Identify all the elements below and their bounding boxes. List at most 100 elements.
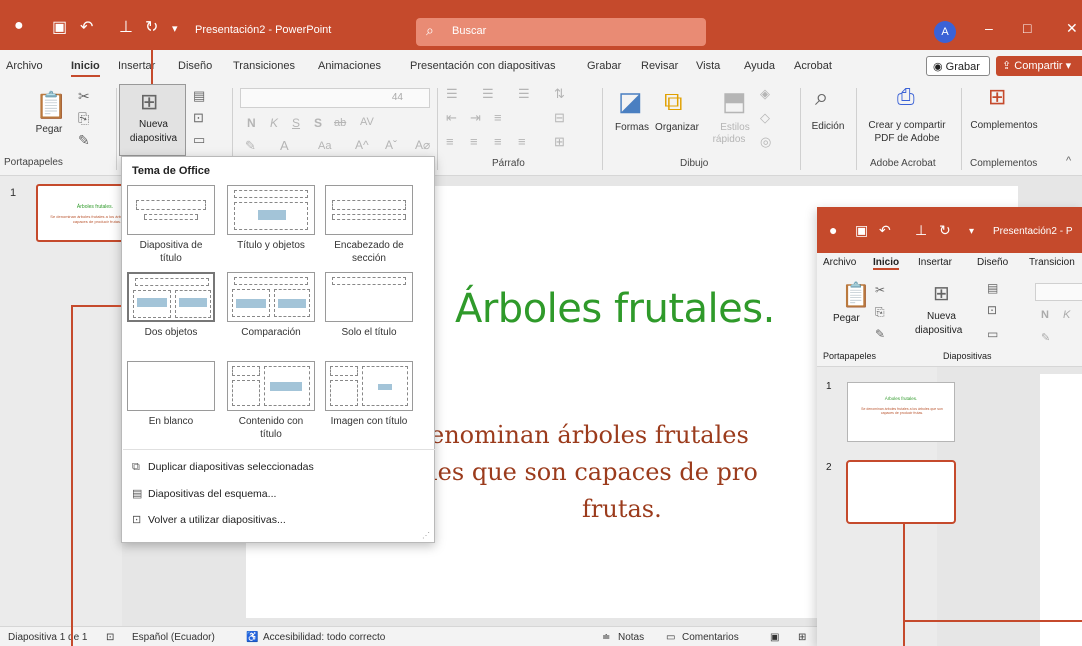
tab-ayuda[interactable]: Ayuda xyxy=(744,60,775,72)
notes-button[interactable]: Notas xyxy=(618,632,644,643)
align-center-icon[interactable]: ≡ xyxy=(470,134,478,149)
tab-presentacion[interactable]: Presentación con diapositivas xyxy=(410,60,556,72)
shape-outline-icon[interactable]: ◇ xyxy=(760,110,770,126)
new-slide-icon[interactable]: ⊞ xyxy=(933,281,950,306)
font-color-icon[interactable]: A xyxy=(280,138,289,153)
clear-format-icon[interactable]: A⌀ xyxy=(415,138,430,152)
paste-icon[interactable]: 📋 xyxy=(841,281,871,310)
w2-tab-inicio[interactable]: Inicio xyxy=(873,257,900,270)
w2-font-box[interactable] xyxy=(1035,283,1082,301)
format-painter-icon[interactable]: ✎ xyxy=(78,132,90,149)
line-spacing-icon[interactable]: ☰ xyxy=(518,86,530,102)
w2-new-slide-label-2[interactable]: diapositiva xyxy=(915,325,962,336)
slide-body[interactable]: enominan árboles frutales les que son ca… xyxy=(430,417,830,528)
reset-icon[interactable]: ⊡ xyxy=(193,110,204,126)
w2-new-slide-label-1[interactable]: Nueva xyxy=(927,311,956,322)
second-window-slide[interactable] xyxy=(1040,374,1082,646)
language-status[interactable]: Español (Ecuador) xyxy=(132,632,215,643)
tab-archivo[interactable]: Archivo xyxy=(6,60,43,72)
smartart-icon[interactable]: ⊞ xyxy=(554,134,565,150)
copy-icon[interactable]: ⎘ xyxy=(78,110,89,127)
w2-paste-label[interactable]: Pegar xyxy=(833,313,860,324)
quick-styles-icon[interactable]: ⬒ xyxy=(722,86,747,117)
adobe-label-1[interactable]: Crear y compartir xyxy=(860,120,954,131)
resize-grip-icon[interactable]: ⋰ xyxy=(422,531,430,540)
align-text-icon[interactable]: ⊟ xyxy=(554,110,565,126)
bullets-icon[interactable]: ☰ xyxy=(446,86,458,102)
share-button[interactable]: ⇪ Compartir ▾ xyxy=(996,56,1082,76)
paste-label[interactable]: Pegar xyxy=(32,124,66,135)
spellcheck-icon[interactable]: ⊡ xyxy=(106,632,114,643)
tab-grabar[interactable]: Grabar xyxy=(587,60,621,72)
columns-icon[interactable]: ≡ xyxy=(494,110,502,125)
w2-italic-button[interactable]: K xyxy=(1063,309,1070,321)
section-icon[interactable]: ▭ xyxy=(193,132,205,148)
record-button[interactable]: ◉ Grabar xyxy=(926,56,990,76)
cut-icon[interactable]: ✂ xyxy=(78,88,90,105)
bold-button[interactable]: N xyxy=(247,116,256,130)
undo-icon[interactable]: ↶ xyxy=(80,17,93,37)
change-case-button[interactable]: Aa xyxy=(318,140,331,152)
align-left-icon[interactable]: ≡ xyxy=(446,134,454,149)
duplicate-slides-command[interactable]: ⧉ Duplicar diapositivas seleccionadas xyxy=(132,461,314,474)
addins-icon[interactable]: ⊞ xyxy=(988,84,1006,110)
customize-icon[interactable]: ⊥ xyxy=(915,222,927,239)
shape-fill-icon[interactable]: ◈ xyxy=(760,86,770,102)
redo-icon[interactable]: ↻ xyxy=(939,222,951,239)
align-right-icon[interactable]: ≡ xyxy=(494,134,502,149)
tab-animaciones[interactable]: Animaciones xyxy=(318,60,381,72)
font-name-select[interactable]: 44 xyxy=(240,88,430,108)
w2-tab-transiciones[interactable]: Transicion xyxy=(1029,257,1075,268)
find-icon[interactable]: ⌕ xyxy=(815,84,828,112)
arrange-icon[interactable]: ⧉ xyxy=(664,86,683,118)
justify-icon[interactable]: ≡ xyxy=(518,134,526,149)
shadow-button[interactable]: S xyxy=(314,116,322,130)
shapes-label[interactable]: Formas xyxy=(612,122,652,133)
tab-vista[interactable]: Vista xyxy=(696,60,720,72)
addins-label[interactable]: Complementos xyxy=(964,120,1044,131)
minimize-button[interactable]: – xyxy=(985,20,993,36)
strikethrough-button[interactable]: ab xyxy=(334,117,346,129)
avatar[interactable]: A xyxy=(934,21,956,43)
w2-slide-thumbnail-1[interactable]: Árboles frutales. Se denominan árboles f… xyxy=(847,382,955,442)
text-direction-icon[interactable]: ⇅ xyxy=(554,86,565,102)
quick-styles-label-1[interactable]: Estilos xyxy=(710,122,760,133)
indent-less-icon[interactable]: ⇤ xyxy=(446,110,457,126)
editing-label[interactable]: Edición xyxy=(806,121,850,132)
layout-icon[interactable]: ▤ xyxy=(193,88,205,104)
notes-icon[interactable]: ≐ xyxy=(602,632,610,643)
w2-slide-thumbnail-2[interactable] xyxy=(846,460,956,524)
grow-font-icon[interactable]: A^ xyxy=(355,138,369,152)
shapes-icon[interactable]: ◪ xyxy=(618,86,643,117)
collapse-ribbon-icon[interactable]: ^ xyxy=(1066,155,1071,167)
font-size-value[interactable]: 44 xyxy=(392,92,403,103)
accessibility-status[interactable]: Accesibilidad: todo correcto xyxy=(263,632,385,643)
quick-access-menu-icon[interactable]: ▾ xyxy=(172,22,178,35)
accessibility-icon[interactable]: ♿ xyxy=(246,632,258,643)
cut-icon[interactable]: ✂ xyxy=(875,283,885,297)
shape-effects-icon[interactable]: ◎ xyxy=(760,134,771,150)
tab-revisar[interactable]: Revisar xyxy=(641,60,678,72)
shrink-font-icon[interactable]: Aˇ xyxy=(385,138,397,152)
normal-view-icon[interactable]: ▣ xyxy=(770,632,779,643)
layout-icon[interactable]: ▤ xyxy=(987,281,998,295)
comments-button[interactable]: Comentarios xyxy=(682,632,739,643)
tab-acrobat[interactable]: Acrobat xyxy=(794,60,832,72)
maximize-button[interactable]: □ xyxy=(1023,20,1031,36)
quick-styles-label-2[interactable]: rápidos xyxy=(704,134,754,145)
save-icon[interactable]: ▣ xyxy=(855,222,868,239)
tab-diseno[interactable]: Diseño xyxy=(178,60,212,72)
sorter-view-icon[interactable]: ⊞ xyxy=(798,632,806,643)
section-icon[interactable]: ▭ xyxy=(987,327,998,341)
numbering-icon[interactable]: ☰ xyxy=(482,86,494,102)
close-button[interactable]: ✕ xyxy=(1066,20,1078,37)
w2-bold-button[interactable]: N xyxy=(1041,309,1049,321)
indent-more-icon[interactable]: ⇥ xyxy=(470,110,481,126)
w2-tab-archivo[interactable]: Archivo xyxy=(823,257,856,268)
paste-icon[interactable]: 📋 xyxy=(35,90,67,121)
tab-inicio[interactable]: Inicio xyxy=(71,60,100,77)
format-painter-icon[interactable]: ✎ xyxy=(875,327,885,341)
underline-button[interactable]: S xyxy=(292,116,300,130)
arrange-label[interactable]: Organizar xyxy=(655,122,699,133)
slide-title[interactable]: Árboles frutales. xyxy=(455,286,775,332)
